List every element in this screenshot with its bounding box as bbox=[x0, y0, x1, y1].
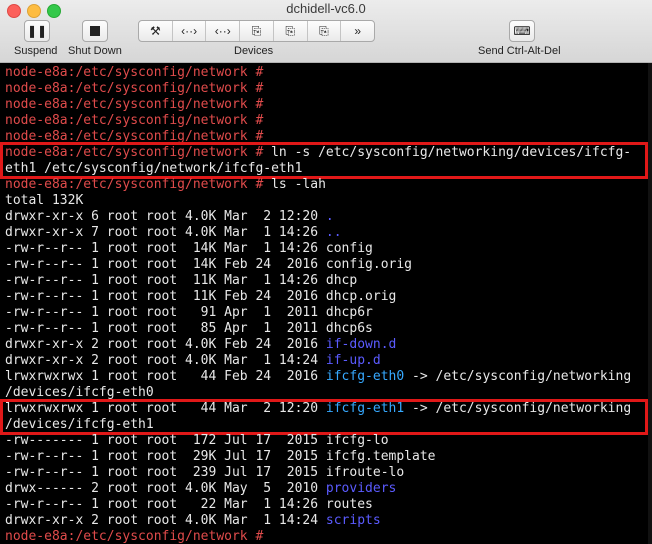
network-adapter-icon[interactable]: ‹··› bbox=[173, 21, 207, 41]
network-adapter-2-icon[interactable]: ‹··› bbox=[206, 21, 241, 41]
window-title: dchidell-vc6.0 bbox=[286, 1, 366, 16]
devices-segmented-control: ⚒ ‹··› ‹··› ⎘ ⎘ ⎘ » bbox=[138, 20, 375, 42]
window-titlebar: dchidell-vc6.0 ❚❚ Suspend Shut Down ⚒ ‹·… bbox=[0, 0, 652, 63]
device-settings-icon[interactable]: ⚒ bbox=[139, 21, 173, 41]
prompt-line: node-e8a:/etc/sysconfig/network # bbox=[5, 81, 264, 96]
file-listing-row: -rw-r--r-- 1 root root 85 Apr 1 2011 dhc… bbox=[5, 321, 373, 336]
file-listing-row: -rw-r--r-- 1 root root 11K Feb 24 2016 d… bbox=[5, 289, 397, 304]
file-listing-row: -rw-r--r-- 1 root root 239 Jul 17 2015 i… bbox=[5, 465, 405, 480]
file-listing-row: -rw-r--r-- 1 root root 14K Mar 1 14:26 c… bbox=[5, 241, 373, 256]
prompt-line: node-e8a:/etc/sysconfig/network # bbox=[5, 113, 264, 128]
terminal-scrollbar[interactable] bbox=[648, 63, 652, 544]
disk-drive-3-icon[interactable]: ⎘ bbox=[308, 21, 342, 41]
disk-drive-icon[interactable]: ⎘ bbox=[240, 21, 274, 41]
send-ctrl-alt-del-label: Send Ctrl-Alt-Del bbox=[478, 45, 561, 57]
prompt-line: node-e8a:/etc/sysconfig/network # bbox=[5, 65, 264, 80]
highlight-box-ln-command bbox=[0, 142, 648, 179]
suspend-button[interactable]: ❚❚ bbox=[24, 20, 50, 42]
file-listing-row: drwxr-xr-x 2 root root 4.0K Mar 1 14:24 … bbox=[5, 353, 381, 368]
send-ctrl-alt-del-button[interactable]: ⌨ bbox=[509, 20, 535, 42]
file-listing-row: lrwxrwxrwx 1 root root 44 Feb 24 2016 if… bbox=[5, 369, 632, 384]
command-line-ls: node-e8a:/etc/sysconfig/network # ls -la… bbox=[5, 177, 326, 192]
total-line: total 132K bbox=[5, 193, 84, 208]
prompt-line: node-e8a:/etc/sysconfig/network # bbox=[5, 529, 264, 544]
prompt-line: node-e8a:/etc/sysconfig/network # bbox=[5, 97, 264, 112]
file-listing-row: -rw-r--r-- 1 root root 11K Mar 1 14:26 d… bbox=[5, 273, 358, 288]
pause-icon: ❚❚ bbox=[26, 24, 48, 38]
file-listing-row: drwx------ 2 root root 4.0K May 5 2010 p… bbox=[5, 481, 397, 496]
file-listing-row: -rw-r--r-- 1 root root 29K Jul 17 2015 i… bbox=[5, 449, 436, 464]
stop-icon bbox=[90, 26, 100, 36]
shutdown-button[interactable] bbox=[82, 20, 108, 42]
file-listing-row: -rw------- 1 root root 172 Jul 17 2015 i… bbox=[5, 433, 389, 448]
suspend-label: Suspend bbox=[14, 45, 58, 57]
devices-label: Devices bbox=[234, 45, 274, 57]
terminal-console[interactable]: node-e8a:/etc/sysconfig/network # node-e8… bbox=[0, 63, 652, 544]
highlight-box-ifcfg-eth1 bbox=[0, 399, 648, 435]
shutdown-label: Shut Down bbox=[68, 45, 122, 57]
file-listing-row: drwxr-xr-x 2 root root 4.0K Mar 1 14:24 … bbox=[5, 513, 381, 528]
file-listing-row: -rw-r--r-- 1 root root 22 Mar 1 14:26 ro… bbox=[5, 497, 373, 512]
keyboard-icon: ⌨ bbox=[513, 24, 531, 38]
file-listing-row: drwxr-xr-x 2 root root 4.0K Feb 24 2016 … bbox=[5, 337, 397, 352]
file-listing-row: -rw-r--r-- 1 root root 14K Feb 24 2016 c… bbox=[5, 257, 412, 272]
file-listing-row: -rw-r--r-- 1 root root 91 Apr 1 2011 dhc… bbox=[5, 305, 373, 320]
disk-drive-2-icon[interactable]: ⎘ bbox=[274, 21, 308, 41]
more-devices-icon[interactable]: » bbox=[341, 21, 374, 41]
file-listing-row: drwxr-xr-x 6 root root 4.0K Mar 2 12:20 … bbox=[5, 209, 334, 224]
file-listing-row: drwxr-xr-x 7 root root 4.0K Mar 1 14:26 … bbox=[5, 225, 342, 240]
